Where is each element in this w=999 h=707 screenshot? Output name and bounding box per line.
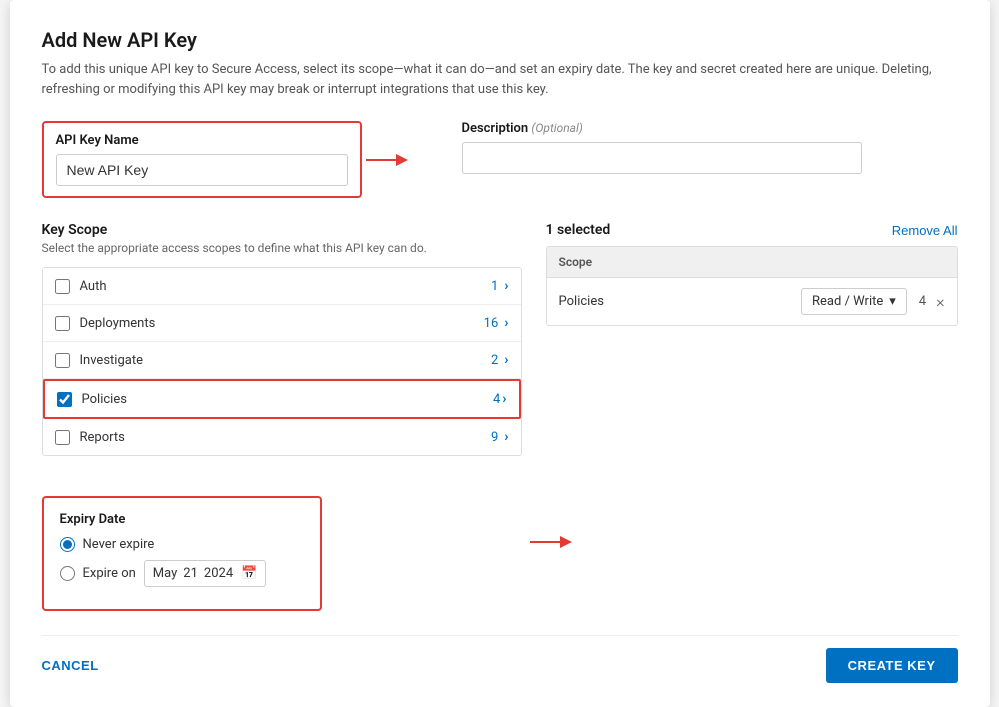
expiry-section: Expiry Date Never expire Expire on May 2… xyxy=(42,496,322,611)
scope-chevron-auth[interactable]: › xyxy=(504,278,508,294)
never-expire-label: Never expire xyxy=(83,537,155,552)
scope-count-policies: 4 xyxy=(493,392,500,407)
modal-footer: CANCEL CREATE KEY xyxy=(42,635,958,683)
scope-checkbox-policies[interactable] xyxy=(57,392,72,407)
expire-on-row[interactable]: Expire on May 21 2024 📅 xyxy=(60,560,304,587)
calendar-icon[interactable]: 📅 xyxy=(241,566,257,581)
scope-name-reports: Reports xyxy=(80,430,491,445)
scope-chevron-policies[interactable]: › xyxy=(502,391,506,407)
description-input[interactable] xyxy=(462,142,862,174)
api-key-name-input[interactable] xyxy=(56,154,348,186)
scope-item-auth[interactable]: Auth 1 › xyxy=(43,268,521,305)
scope-name-deployments: Deployments xyxy=(80,316,484,331)
cancel-button[interactable]: CANCEL xyxy=(42,650,99,681)
date-parts: May 21 2024 xyxy=(153,566,233,581)
selected-scope-table: Scope Policies Read / Write ▾ 4 × xyxy=(546,246,958,326)
arrow-annotation-name xyxy=(366,150,410,170)
expire-on-radio[interactable] xyxy=(60,566,75,581)
red-arrow-icon xyxy=(366,150,410,170)
scope-name-policies: Policies xyxy=(82,392,493,407)
selected-scope-row-policies: Policies Read / Write ▾ 4 × xyxy=(547,278,957,325)
scope-checkbox-investigate[interactable] xyxy=(55,353,70,368)
selected-scopes-panel: 1 selected Remove All Scope Policies Rea… xyxy=(546,222,958,611)
scope-count-deployments: 16 xyxy=(484,316,499,331)
scope-count-auth: 1 xyxy=(491,279,498,294)
scope-list: Auth 1 › Deployments 16 › Investigate 2 … xyxy=(42,267,522,456)
name-description-row: API Key Name Description (Optional) xyxy=(42,121,958,198)
scope-checkbox-auth[interactable] xyxy=(55,279,70,294)
expire-on-label: Expire on xyxy=(83,566,136,581)
scope-remove-button[interactable]: × xyxy=(936,292,944,311)
scope-item-investigate[interactable]: Investigate 2 › xyxy=(43,342,521,379)
selected-header: 1 selected Remove All xyxy=(546,222,958,238)
selected-scope-name-policies: Policies xyxy=(559,294,802,309)
main-content: Key Scope Select the appropriate access … xyxy=(42,222,958,611)
create-key-button[interactable]: CREATE KEY xyxy=(826,648,958,683)
date-month: May xyxy=(153,566,177,581)
description-label: Description (Optional) xyxy=(462,121,862,136)
scope-chevron-investigate[interactable]: › xyxy=(504,352,508,368)
date-day: 21 xyxy=(183,566,198,581)
scope-count-reports: 9 xyxy=(491,430,498,445)
modal-title: Add New API Key xyxy=(42,28,958,52)
description-group: Description (Optional) xyxy=(462,121,862,198)
date-picker-box[interactable]: May 21 2024 📅 xyxy=(144,560,267,587)
scope-item-reports[interactable]: Reports 9 › xyxy=(43,419,521,455)
add-api-key-modal: Add New API Key To add this unique API k… xyxy=(10,0,990,707)
scope-name-investigate: Investigate xyxy=(80,353,491,368)
selected-count: 1 selected xyxy=(546,222,611,238)
scope-item-policies[interactable]: Policies 4 › xyxy=(43,379,521,419)
arrow-annotation-expiry xyxy=(530,532,574,556)
never-expire-row[interactable]: Never expire xyxy=(60,537,304,552)
dropdown-arrow-icon: ▾ xyxy=(889,294,896,309)
scope-section-title: Key Scope xyxy=(42,222,522,238)
scope-count-investigate: 2 xyxy=(491,353,498,368)
api-key-name-label: API Key Name xyxy=(56,133,348,148)
expiry-title: Expiry Date xyxy=(60,512,304,527)
red-arrow-expiry-icon xyxy=(530,532,574,552)
date-year: 2024 xyxy=(204,566,233,581)
scope-name-auth: Auth xyxy=(80,279,491,294)
scope-selected-num: 4 xyxy=(919,294,926,309)
scope-item-deployments[interactable]: Deployments 16 › xyxy=(43,305,521,342)
expiry-section-wrapper: Expiry Date Never expire Expire on May 2… xyxy=(42,476,522,611)
api-key-name-group: API Key Name xyxy=(42,121,362,198)
remove-all-button[interactable]: Remove All xyxy=(892,223,958,238)
scope-checkbox-deployments[interactable] xyxy=(55,316,70,331)
scope-chevron-deployments[interactable]: › xyxy=(504,315,508,331)
scope-checkbox-reports[interactable] xyxy=(55,430,70,445)
scope-access-dropdown[interactable]: Read / Write ▾ xyxy=(801,288,907,315)
selected-table-header: Scope xyxy=(547,247,957,278)
scope-chevron-reports[interactable]: › xyxy=(504,429,508,445)
scope-access-label: Read / Write xyxy=(812,294,883,309)
modal-description: To add this unique API key to Secure Acc… xyxy=(42,60,958,99)
key-scope-panel: Key Scope Select the appropriate access … xyxy=(42,222,522,611)
never-expire-radio[interactable] xyxy=(60,537,75,552)
scope-section-desc: Select the appropriate access scopes to … xyxy=(42,241,522,255)
